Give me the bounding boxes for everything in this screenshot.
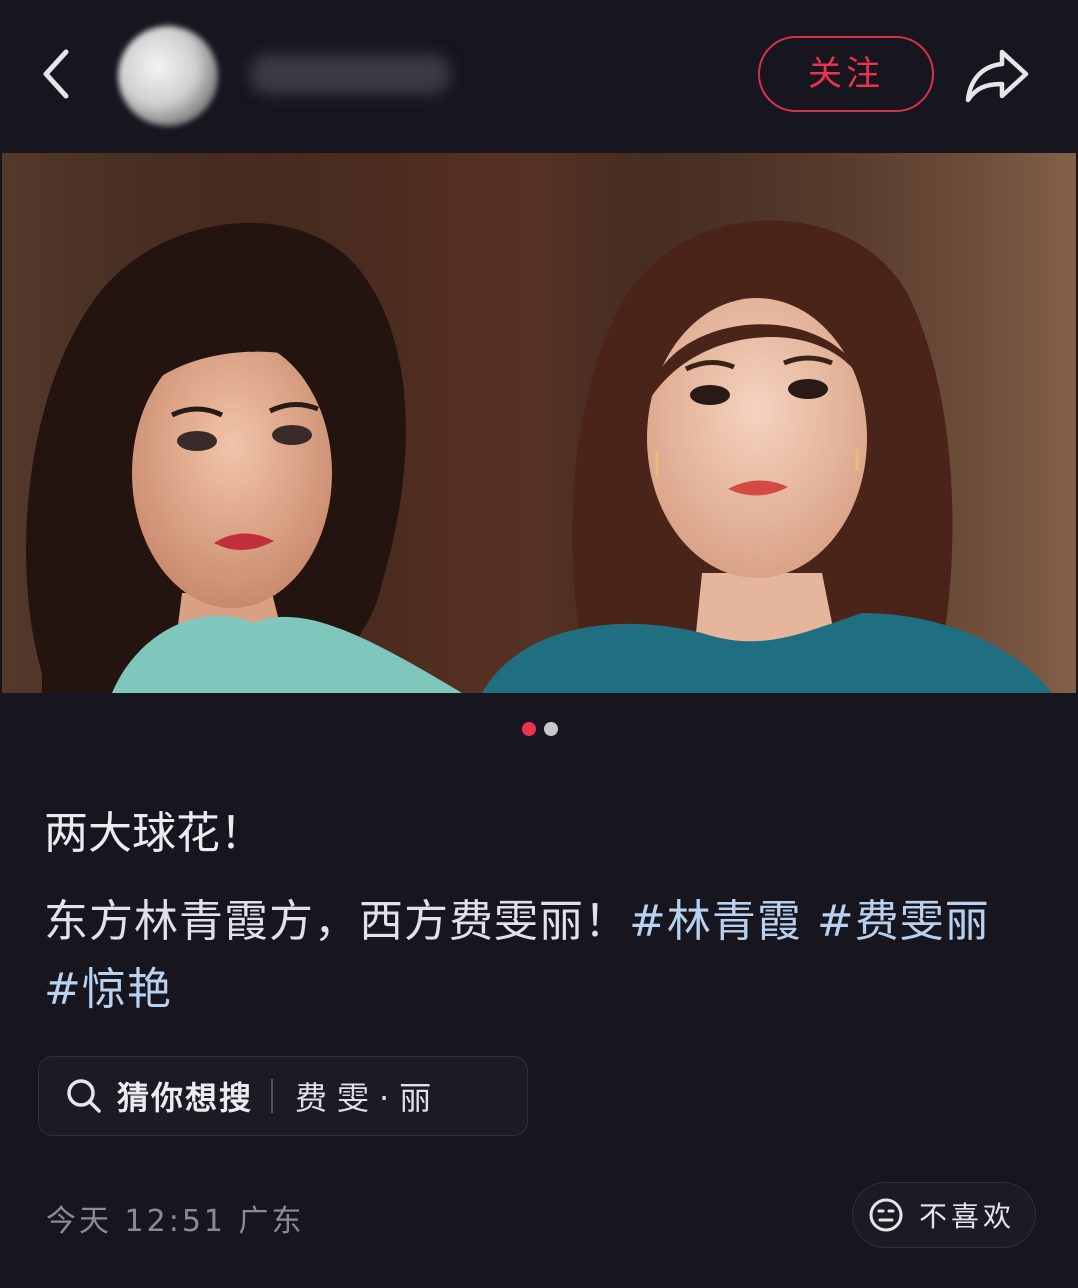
post-body: 东方林青霞方，西方费雯丽！#林青霞 #费雯丽 #惊艳 — [44, 888, 1034, 1024]
post-photo[interactable] — [2, 153, 1076, 693]
photo-illustration — [2, 153, 1076, 693]
carousel-dot — [544, 722, 558, 736]
back-icon[interactable] — [34, 44, 84, 104]
divider — [271, 1079, 274, 1113]
author-name-blurred[interactable] — [250, 54, 450, 94]
search-suggestion-label: 猜你想搜 — [117, 1079, 254, 1117]
hashtag-link[interactable]: #惊艳 — [44, 964, 172, 1015]
carousel-dot-active — [522, 722, 536, 736]
hashtag-link[interactable]: #林青霞 — [629, 896, 802, 947]
neutral-face-icon — [869, 1198, 903, 1232]
share-icon[interactable] — [962, 44, 1034, 106]
top-bar: 关注 — [0, 0, 1078, 152]
post-time: 今天 12:51 — [46, 1204, 226, 1239]
search-suggestion-term[interactable]: 费雯·丽 — [295, 1073, 441, 1119]
search-suggestion[interactable]: 猜你想搜 费雯·丽 — [38, 1056, 528, 1136]
post-title: 两大球花！ — [44, 808, 264, 859]
hashtag-link[interactable]: #费雯丽 — [817, 896, 990, 947]
author-avatar[interactable] — [118, 26, 218, 126]
dislike-button[interactable]: 不喜欢 — [852, 1182, 1036, 1248]
follow-button[interactable]: 关注 — [758, 36, 934, 112]
post-meta: 今天 12:51 广东 — [46, 1196, 305, 1240]
post-body-text: 东方林青霞方，西方费雯丽！ — [44, 896, 629, 947]
post-location: 广东 — [238, 1204, 305, 1239]
dislike-label: 不喜欢 — [919, 1200, 1016, 1233]
carousel-indicator — [522, 722, 558, 736]
search-icon — [67, 1079, 101, 1113]
